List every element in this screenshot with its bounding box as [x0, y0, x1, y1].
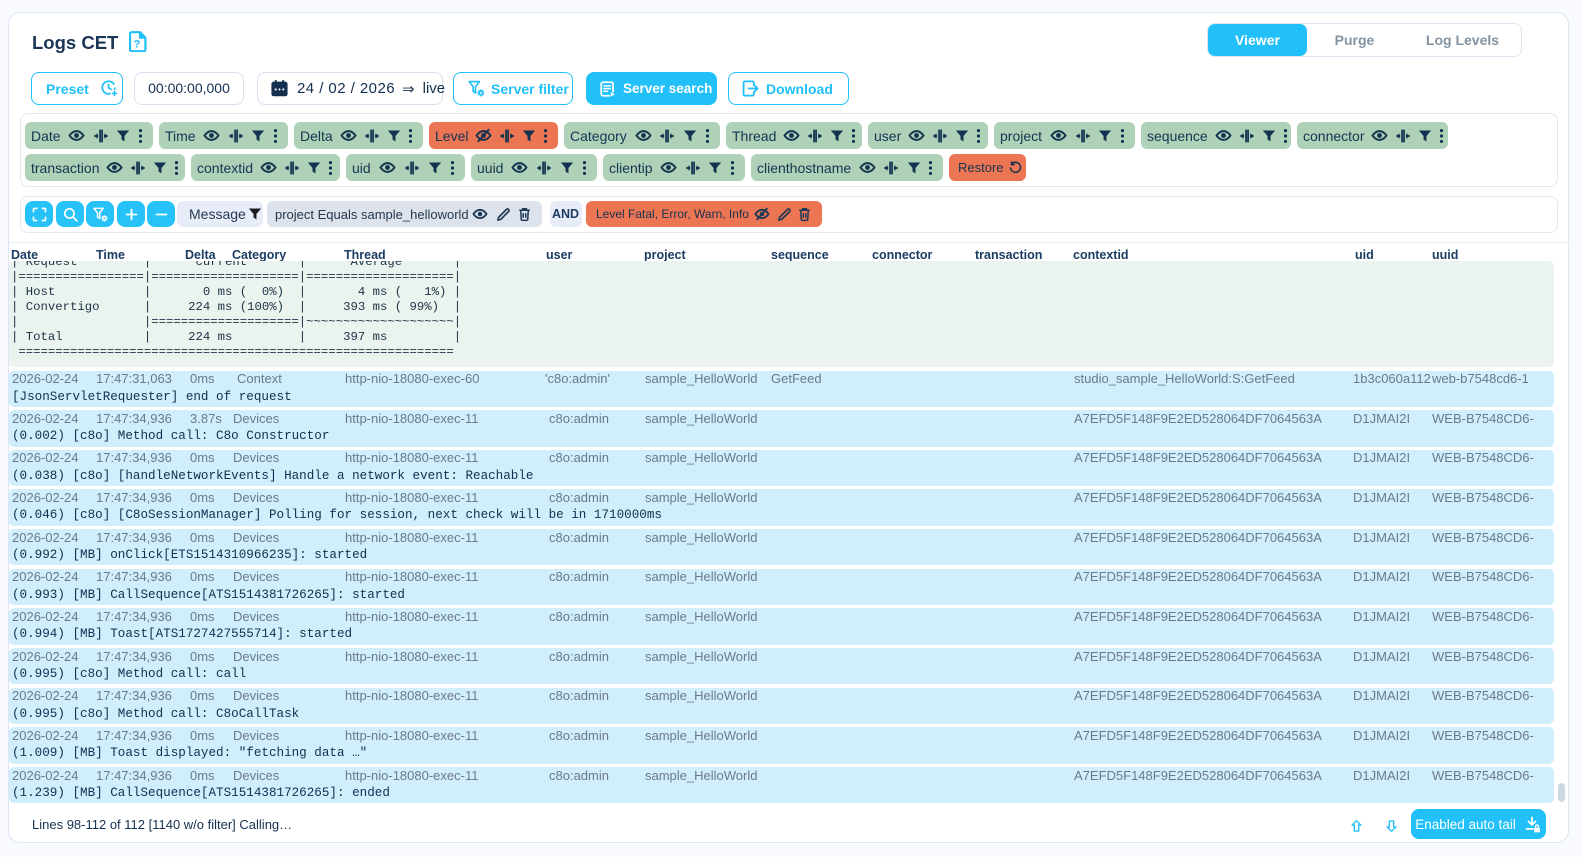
svg-text:?: ? — [134, 38, 141, 50]
